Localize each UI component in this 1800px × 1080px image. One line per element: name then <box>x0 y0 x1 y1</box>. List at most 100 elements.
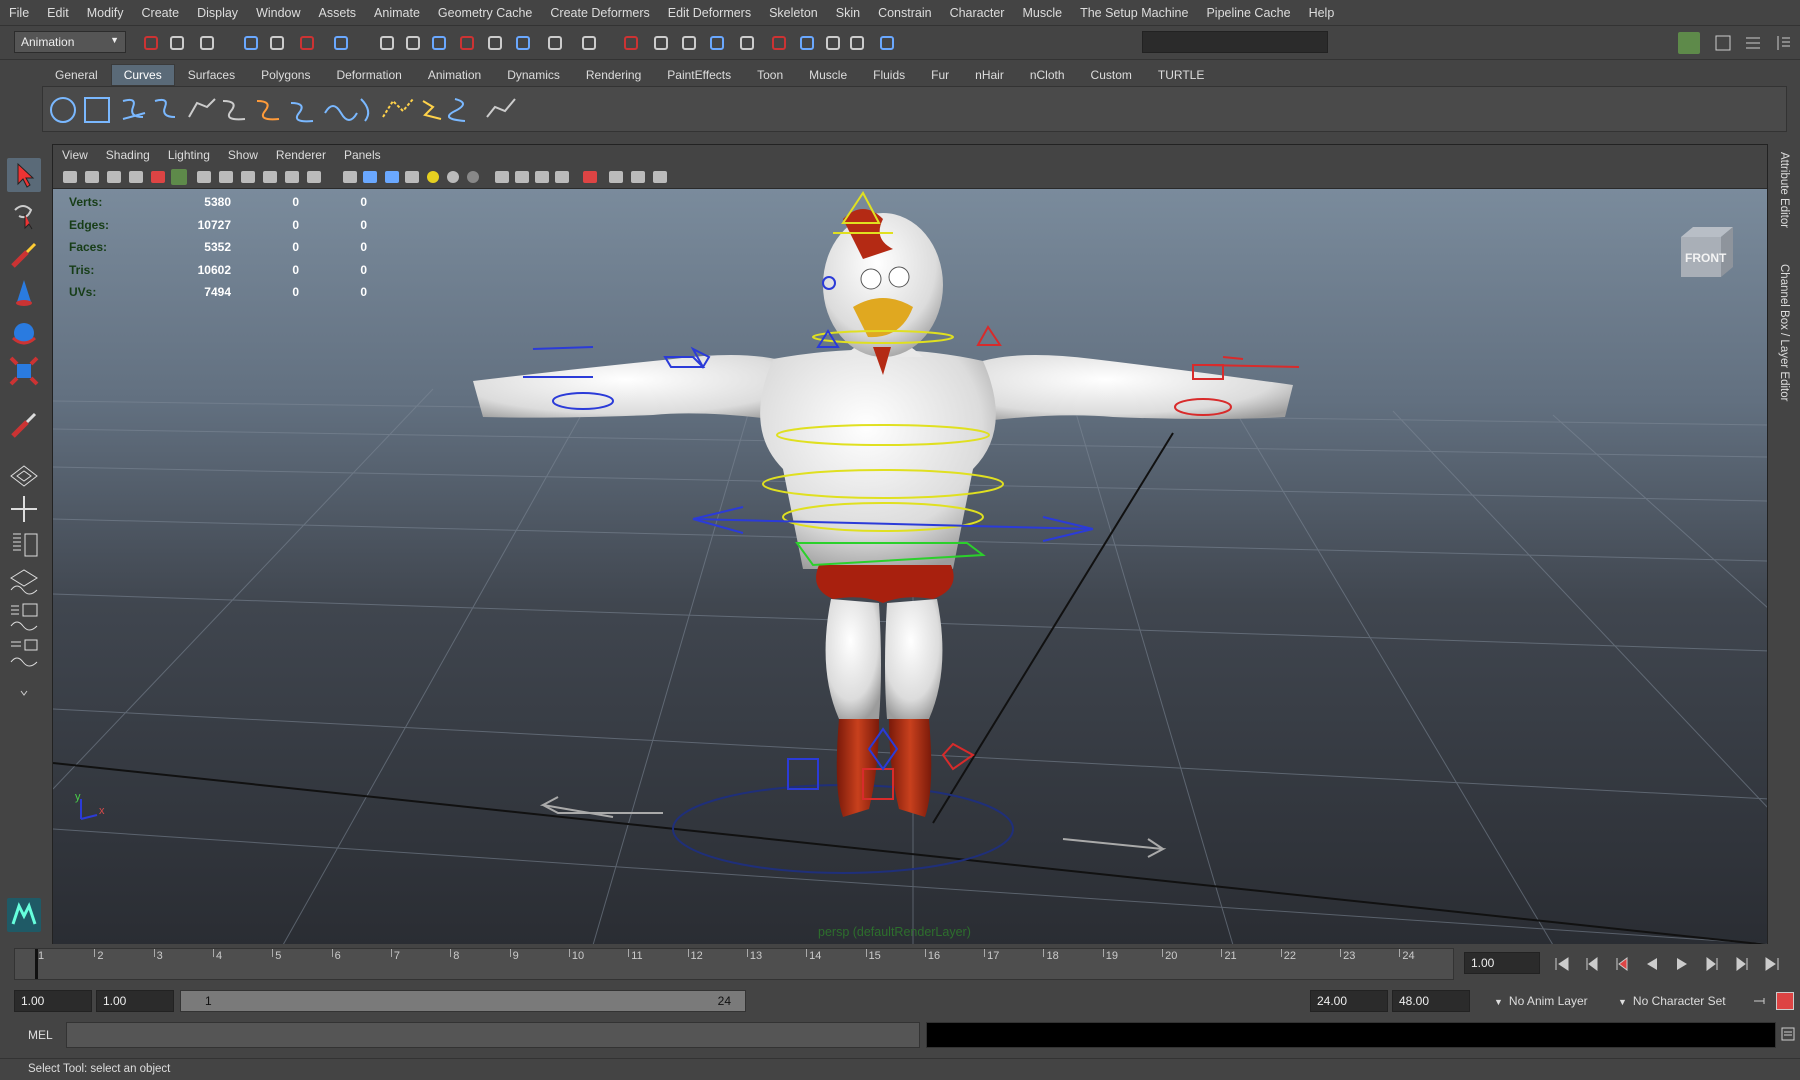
channel-box-toggle-icon[interactable] <box>1772 32 1794 54</box>
persp-graph-layout-icon[interactable] <box>7 564 41 598</box>
last-tool-icon[interactable] <box>7 408 41 442</box>
shelf-tab-nhair[interactable]: nHair <box>962 64 1017 86</box>
menu-the-setup-machine[interactable]: The Setup Machine <box>1071 0 1197 26</box>
shelf-tab-turtle[interactable]: TURTLE <box>1145 64 1217 86</box>
menu-create-deformers[interactable]: Create Deformers <box>541 0 658 26</box>
anim-layer-dropdown[interactable]: ▼ No Anim Layer <box>1494 994 1588 1008</box>
panel-menu-panels[interactable]: Panels <box>335 145 390 165</box>
perspective-viewport[interactable]: View Shading Lighting Show Renderer Panels <box>52 144 1768 945</box>
shelf-tab-painteffects[interactable]: PaintEffects <box>654 64 744 86</box>
menu-modify[interactable]: Modify <box>78 0 133 26</box>
menu-pipeline-cache[interactable]: Pipeline Cache <box>1197 0 1299 26</box>
select-tool-icon[interactable] <box>7 158 41 192</box>
render-globals-icon[interactable] <box>822 32 844 54</box>
menu-character[interactable]: Character <box>941 0 1014 26</box>
render-view-icon[interactable] <box>768 32 790 54</box>
menu-skeleton[interactable]: Skeleton <box>760 0 827 26</box>
snap-curve-icon[interactable] <box>402 32 424 54</box>
menu-muscle[interactable]: Muscle <box>1013 0 1071 26</box>
persp-outliner-layout-icon[interactable] <box>7 528 41 562</box>
shelf-tab-custom[interactable]: Custom <box>1078 64 1145 86</box>
new-scene-icon[interactable] <box>140 32 162 54</box>
select-object-icon[interactable] <box>266 32 288 54</box>
panel-menu-show[interactable]: Show <box>219 145 267 165</box>
input-ops-icon[interactable] <box>544 32 566 54</box>
animation-start-field[interactable]: 1.00 <box>14 990 92 1012</box>
step-back-frame-icon[interactable] <box>1612 954 1632 974</box>
menu-set-dropdown[interactable]: Animation ▼ <box>14 31 126 53</box>
script-editor-icon[interactable] <box>1780 1026 1796 1042</box>
tool-settings-toggle-icon[interactable] <box>1742 32 1764 54</box>
shelf-tab-fluids[interactable]: Fluids <box>860 64 918 86</box>
panel-toolbar-icons[interactable] <box>53 165 753 189</box>
menu-constrain[interactable]: Constrain <box>869 0 941 26</box>
hypershade-layout-icon[interactable] <box>7 636 41 670</box>
shelf-tab-toon[interactable]: Toon <box>744 64 796 86</box>
paint-select-tool-icon[interactable] <box>7 238 41 272</box>
3d-scene[interactable]: Verts: 5380 0 0 Edges: 10727 0 0 Faces: 5352 0 0 Tri… <box>53 189 1767 945</box>
render-settings-icon[interactable] <box>678 32 700 54</box>
panel-menu-lighting[interactable]: Lighting <box>159 145 219 165</box>
snap-surface-icon[interactable] <box>484 32 506 54</box>
shelf-tab-general[interactable]: General <box>42 64 111 86</box>
shelf-tab-deformation[interactable]: Deformation <box>323 64 414 86</box>
sculpt-icon[interactable] <box>846 32 868 54</box>
snap-grid-icon[interactable] <box>376 32 398 54</box>
menu-help[interactable]: Help <box>1300 0 1344 26</box>
shelf-tab-curves[interactable]: Curves <box>110 64 175 86</box>
playback-start-field[interactable]: 1.00 <box>96 990 174 1012</box>
menu-edit-deformers[interactable]: Edit Deformers <box>659 0 760 26</box>
menu-edit[interactable]: Edit <box>38 0 78 26</box>
shelf-tab-muscle[interactable]: Muscle <box>796 64 860 86</box>
step-forward-frame-icon[interactable] <box>1732 954 1752 974</box>
show-hide-modeling-toolkit-icon[interactable] <box>1678 32 1700 54</box>
lasso-input-icon[interactable] <box>876 32 898 54</box>
shelf-tab-fur[interactable]: Fur <box>918 64 962 86</box>
lasso-tool-icon[interactable] <box>7 198 41 232</box>
more-layouts-icon[interactable] <box>7 676 41 696</box>
outliner-persp-graph-layout-icon[interactable] <box>7 600 41 634</box>
quick-search-field[interactable] <box>1142 31 1328 53</box>
snap-plane-icon[interactable] <box>456 32 478 54</box>
animation-preferences-icon[interactable] <box>1776 992 1794 1010</box>
snap-point-icon[interactable] <box>428 32 450 54</box>
command-language-label[interactable]: MEL <box>28 1028 53 1042</box>
menu-display[interactable]: Display <box>188 0 247 26</box>
render-icon[interactable] <box>620 32 642 54</box>
play-forwards-icon[interactable] <box>1672 954 1692 974</box>
menu-create[interactable]: Create <box>133 0 189 26</box>
shelf-tab-polygons[interactable]: Polygons <box>248 64 323 86</box>
lock-selection-icon[interactable] <box>330 32 352 54</box>
panel-menu-shading[interactable]: Shading <box>97 145 159 165</box>
view-cube[interactable]: FRONT <box>1673 219 1737 283</box>
current-frame-field[interactable]: 1.00 <box>1464 952 1540 974</box>
menu-file[interactable]: File <box>0 0 38 26</box>
step-forward-key-icon[interactable] <box>1702 954 1722 974</box>
character-set-dropdown[interactable]: ▼ No Character Set <box>1618 994 1726 1008</box>
history-icon[interactable] <box>512 32 534 54</box>
save-scene-icon[interactable] <box>196 32 218 54</box>
ipr-render-icon[interactable] <box>650 32 672 54</box>
menu-geometry-cache[interactable]: Geometry Cache <box>429 0 541 26</box>
panel-menu-view[interactable]: View <box>53 145 97 165</box>
channel-box-tab[interactable]: Channel Box / Layer Editor <box>1778 264 1790 401</box>
play-backwards-icon[interactable] <box>1642 954 1662 974</box>
go-to-start-icon[interactable] <box>1552 954 1572 974</box>
shelf-tab-ncloth[interactable]: nCloth <box>1017 64 1078 86</box>
select-component-icon[interactable] <box>296 32 318 54</box>
command-input[interactable] <box>66 1022 920 1048</box>
construction-history-icon[interactable] <box>736 32 758 54</box>
menu-window[interactable]: Window <box>247 0 309 26</box>
move-tool-icon[interactable] <box>7 276 41 310</box>
menu-skin[interactable]: Skin <box>827 0 869 26</box>
shelf-tab-surfaces[interactable]: Surfaces <box>175 64 248 86</box>
menu-assets[interactable]: Assets <box>310 0 366 26</box>
output-ops-icon[interactable] <box>578 32 600 54</box>
attribute-editor-tab[interactable]: Attribute Editor <box>1778 152 1790 228</box>
open-scene-icon[interactable] <box>166 32 188 54</box>
rotate-tool-icon[interactable] <box>7 316 41 350</box>
menu-animate[interactable]: Animate <box>365 0 429 26</box>
time-ruler[interactable]: 1 2 3 4 5 6 7 8 9 10 11 12 13 14 15 16 17 18 19 20 21 22 23 24 <box>14 948 1454 980</box>
playback-end-field[interactable]: 24.00 <box>1310 990 1388 1012</box>
go-to-end-icon[interactable] <box>1762 954 1782 974</box>
